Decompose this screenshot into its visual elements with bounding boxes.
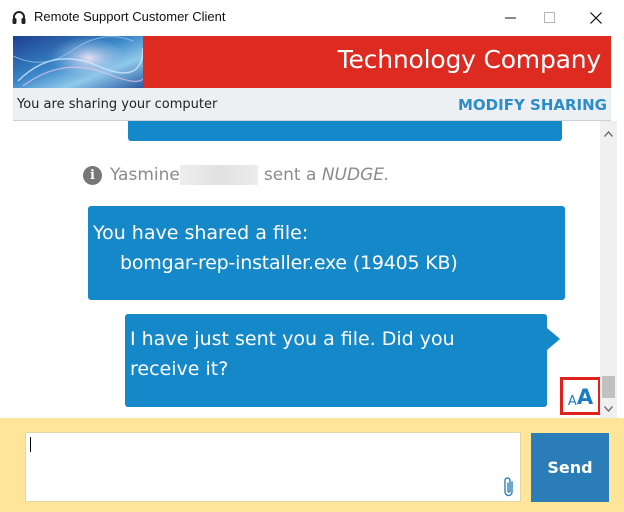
- nudge-text: sent a: [263, 165, 317, 185]
- headset-icon: [12, 11, 26, 24]
- brand-banner: Technology Company: [13, 36, 611, 88]
- window-title: Remote Support Customer Client: [34, 9, 226, 24]
- scroll-up-arrow[interactable]: [600, 125, 617, 142]
- nudge-action: NUDGE.: [321, 165, 390, 185]
- chat-transcript[interactable]: i Yasmine sent a NUDGE. You have shared …: [13, 121, 611, 418]
- bubble-tail: [547, 328, 560, 350]
- close-button[interactable]: [573, 0, 619, 36]
- chat-scrollbar[interactable]: [600, 121, 617, 418]
- message-input-container[interactable]: [25, 432, 521, 502]
- sharing-status-text: You are sharing your computer: [17, 97, 218, 112]
- info-icon: i: [83, 165, 102, 185]
- font-size-small-glyph: A: [567, 394, 577, 409]
- chevron-down-icon: [604, 405, 613, 412]
- message-line-2: receive it?: [130, 358, 229, 380]
- maximize-icon: [544, 12, 555, 23]
- font-size-large-glyph: A: [576, 385, 594, 409]
- minimize-icon: [505, 17, 516, 19]
- maximize-button[interactable]: [527, 0, 573, 36]
- chat-bubble-previous: [128, 121, 562, 141]
- sharing-status-bar: You are sharing your computer MODIFY SHA…: [13, 88, 611, 121]
- font-size-button[interactable]: AA: [560, 377, 601, 415]
- title-bar: Remote Support Customer Client: [0, 0, 624, 36]
- nudge-sender: Yasmine: [110, 165, 180, 185]
- chat-message-bubble: I have just sent you a file. Did you rec…: [125, 314, 560, 407]
- message-line-1: I have just sent you a file. Did you: [130, 328, 455, 350]
- file-shared-text: You have shared a file:: [93, 222, 309, 244]
- nudge-notice: i Yasmine sent a NUDGE.: [83, 163, 389, 187]
- message-input[interactable]: [26, 433, 520, 501]
- file-shared-bubble: You have shared a file: bomgar-rep-insta…: [88, 206, 565, 300]
- company-name: Technology Company: [337, 45, 602, 74]
- scroll-down-arrow[interactable]: [600, 400, 617, 417]
- chevron-up-icon: [604, 130, 613, 137]
- modify-sharing-link[interactable]: MODIFY SHARING: [458, 96, 607, 114]
- send-button[interactable]: Send: [531, 433, 609, 502]
- scrollbar-thumb[interactable]: [602, 376, 615, 398]
- banner-image: [13, 36, 143, 88]
- file-name: bomgar-rep-installer.exe (19405 KB): [120, 252, 458, 274]
- close-icon: [590, 12, 602, 24]
- redacted-surname: [179, 165, 258, 185]
- paperclip-icon[interactable]: [503, 476, 515, 498]
